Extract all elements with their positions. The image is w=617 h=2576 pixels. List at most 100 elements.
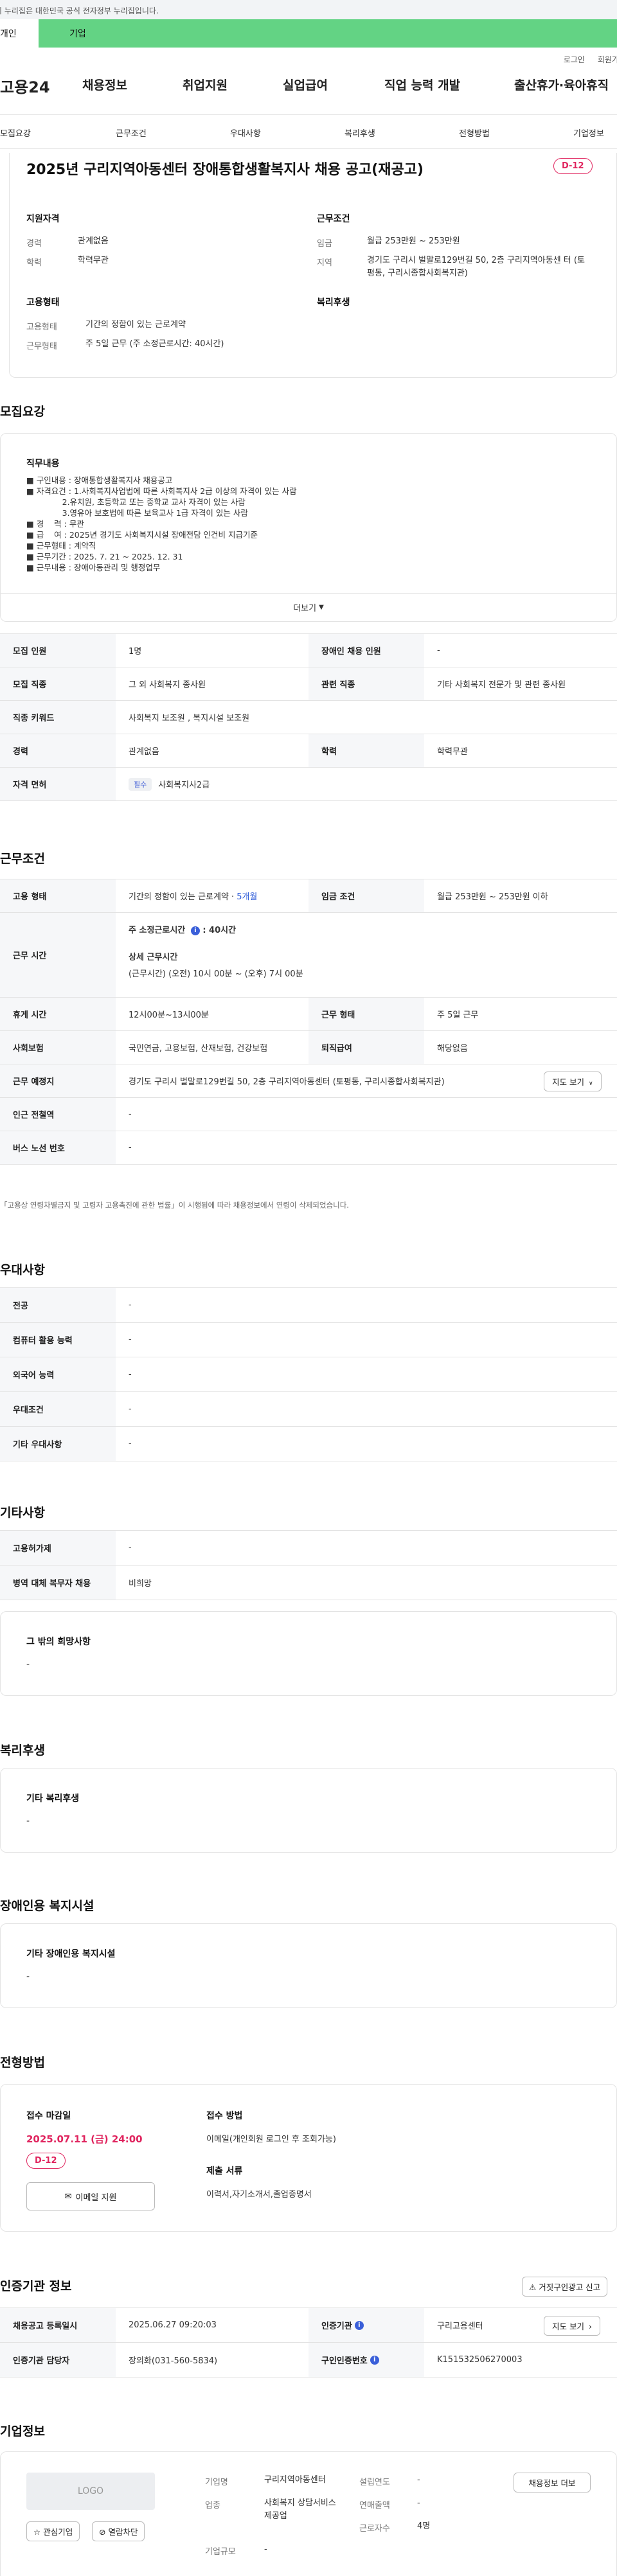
employment-type-value: 기간의 정함이 있는 근로계약 · [129,892,235,902]
wage-value: 월급 253만원 ~ 253만원 이하 [437,892,548,902]
duty-lines: ■ 구인내용 : 장애통합생활복지사 채용공고 ■ 자격요건 : 1.사회복지사… [26,475,297,573]
star-icon: ☆ [33,2527,41,2537]
agency-map-label: 지도 보기 [552,2322,584,2331]
false-ad-report-button[interactable]: ⚠ 거짓구인광고 신고 [522,2277,608,2297]
map-view-label: 지도 보기 [552,1077,584,1087]
major-label: 전공 [0,1288,116,1322]
disabled-card: 기타 장애인용 복지시설 - [0,1923,617,2008]
military-value: 비희망 [129,1579,152,1589]
computer-value: - [129,1335,132,1345]
break-label: 휴게 시간 [0,998,116,1030]
nav-menu-jobs[interactable]: 채용정보 [82,76,127,93]
hours-label: 근무 시간 [0,913,116,997]
bus-label: 버스 노선 번호 [0,1131,116,1164]
region-label: 지역 [317,258,332,268]
table-row: 모집 직종 그 외 사회복지 종사원 관련 직종 기타 사회복지 전문가 및 관… [0,667,617,701]
tab-individual-label: 개인 [0,29,17,39]
welfare-box-title: 기타 복리후생 [26,1794,80,1804]
disabled-section-title: 장애인용 복지시설 [0,1899,94,1913]
duty-line: 2.유치원, 초등학교 또는 중학교 교사 자격이 있는 사람 [26,497,246,507]
dday-badge: D-12 [553,158,593,174]
work-form-label: 근무형태 [26,342,57,351]
nav-menu-training[interactable]: 직업 능력 개발 [384,76,460,93]
block-view-button[interactable]: ⊘ 열람차단 [92,2521,145,2541]
more-button[interactable]: 더보기 ▼ [1,593,616,621]
tab-individual[interactable]: 개인 [0,19,39,48]
major-value: - [129,1300,132,1310]
site-logo[interactable]: 고용24 [0,75,50,97]
deadline-value: 2025.07.11 (금) 24:00 [26,2133,143,2145]
employment-type-value: 기간의 정함이 있는 근로계약 [85,320,186,330]
keyword-label: 직종 키워드 [0,701,116,734]
work-form-label: 근무 형태 [308,998,424,1030]
workplace-value: 경기도 구리시 벌말로129번길 50, 2층 구리지역아동센터 (토평동, 구… [129,1077,445,1087]
retirement-label: 퇴직급여 [308,1031,424,1064]
career-value: 관계없음 [78,236,109,246]
qualification-title: 지원자격 [26,214,60,224]
disabled-label: 장애인 채용 인원 [308,634,424,667]
email-apply-button[interactable]: ✉ 이메일 지원 [26,2182,155,2210]
nav-menu-employment-support[interactable]: 취업지원 [183,76,228,93]
section-anchor-nav: 모집요강 근무조건 우대사항 복리후생 전형방법 기업정보 [0,114,617,149]
more-jobs-label: 채용정보 더보 [528,2478,576,2488]
welfare-section-title: 복리후생 [0,1743,45,1758]
nav-menu-unemployment[interactable]: 실업급여 [283,76,328,93]
staff-value: 4명 [417,2521,431,2531]
license-cell: 필수 사회복지사2급 [116,768,617,800]
table-row: 고용허가제 - [0,1531,617,1566]
conditions-title: 근무조건 [317,214,350,224]
hours-detail-title: 상세 근무시간 [129,953,178,962]
table-row: 전공 - [0,1288,617,1323]
education-value: 학력무관 [437,747,468,757]
career-label: 경력 [26,239,42,249]
work-permit-label: 고용허가제 [0,1531,116,1565]
retirement-value: 해당없음 [437,1044,468,1054]
work-form-value: 주 5일 근무 [437,1010,479,1020]
more-jobs-button[interactable]: 채용정보 더보 [514,2473,591,2492]
table-row: 인근 전철역 - [0,1098,617,1131]
anchor-recruit[interactable]: 모집요강 [0,127,31,139]
login-link[interactable]: 로그인 [564,54,585,67]
employment-type-cell: 기간의 정함이 있는 근로계약 · 5개월 [116,879,308,912]
period-link[interactable]: 5개월 [237,890,257,902]
anchor-pref[interactable]: 우대사항 [230,127,261,139]
work-table: 고용 형태 기간의 정함이 있는 근로계약 · 5개월 임금 조건 월급 253… [0,879,617,1165]
duty-line: ■ 자격요건 : 1.사회복지사업법에 따른 사회복지사 2급 이상의 자격이 … [26,486,297,496]
headcount-label: 모집 인원 [0,634,116,667]
work-form-value: 주 5일 근무 (주 소정근로시간: 40시간) [85,339,224,349]
pref-cond-label: 우대조건 [0,1392,116,1426]
table-row: 기타 우대사항 - [0,1427,617,1461]
anchor-company[interactable]: 기업정보 [573,127,604,139]
gov-banner: 이 누리집은 대한민국 공식 전자정부 누리집입니다. [0,0,617,19]
duty-line: 3.영유아 보호법에 따른 보육교사 1급 자격이 있는 사람 [26,508,248,518]
wage-label: 임금 조건 [308,879,424,912]
table-row: 모집 인원 1명 장애인 채용 인원 - [0,634,617,667]
license-value: 사회복지사2급 [158,781,210,790]
favorite-company-button[interactable]: ☆ 관심기업 [26,2521,80,2541]
table-row: 경력 관계없음 학력 학력무관 [0,734,617,768]
signup-link[interactable]: 회원가입 [598,54,617,67]
anchor-screening[interactable]: 전형방법 [459,127,490,139]
staff-label: 근로자수 [359,2524,390,2534]
info-icon[interactable]: i [190,926,200,935]
anchor-work[interactable]: 근무조건 [116,127,147,139]
docs-title: 제출 서류 [206,2166,243,2176]
wage-label: 임금 [317,239,332,249]
block-label: 열람차단 [108,2527,138,2537]
table-row: 근무 시간 주 소정근로시간 i : 40시간 상세 근무시간 (근무시간) (… [0,913,617,998]
keyword-value: 사회복지 보조원 , 복지시설 보조원 [129,714,250,723]
age-law-note: 「고용상 연령차별금지 및 고령자 고용촉진에 관한 법률」이 시행됨에 따라 … [0,1201,349,1210]
tab-company[interactable]: 기업 [39,19,617,48]
anchor-welfare[interactable]: 복리후생 [344,127,375,139]
gov-banner-text: 이 누리집은 대한민국 공식 전자정부 누리집입니다. [0,6,159,15]
agency-label: 인증기관 [321,2322,352,2331]
method-title: 접수 방법 [206,2111,243,2121]
disabled-value: - [437,646,440,655]
related-job-value: 기타 사회복지 전문가 및 관련 종사원 [437,680,566,690]
map-view-button[interactable]: 지도 보기 ∨ [544,1072,602,1091]
nav-menu-parental-leave[interactable]: 출산휴가·육아휴직 [514,76,609,93]
info-icon[interactable]: i [370,2355,379,2365]
info-icon[interactable]: i [354,2320,364,2330]
table-row: 고용 형태 기간의 정함이 있는 근로계약 · 5개월 임금 조건 월급 253… [0,879,617,913]
agency-map-button[interactable]: 지도 보기 › [544,2316,600,2336]
